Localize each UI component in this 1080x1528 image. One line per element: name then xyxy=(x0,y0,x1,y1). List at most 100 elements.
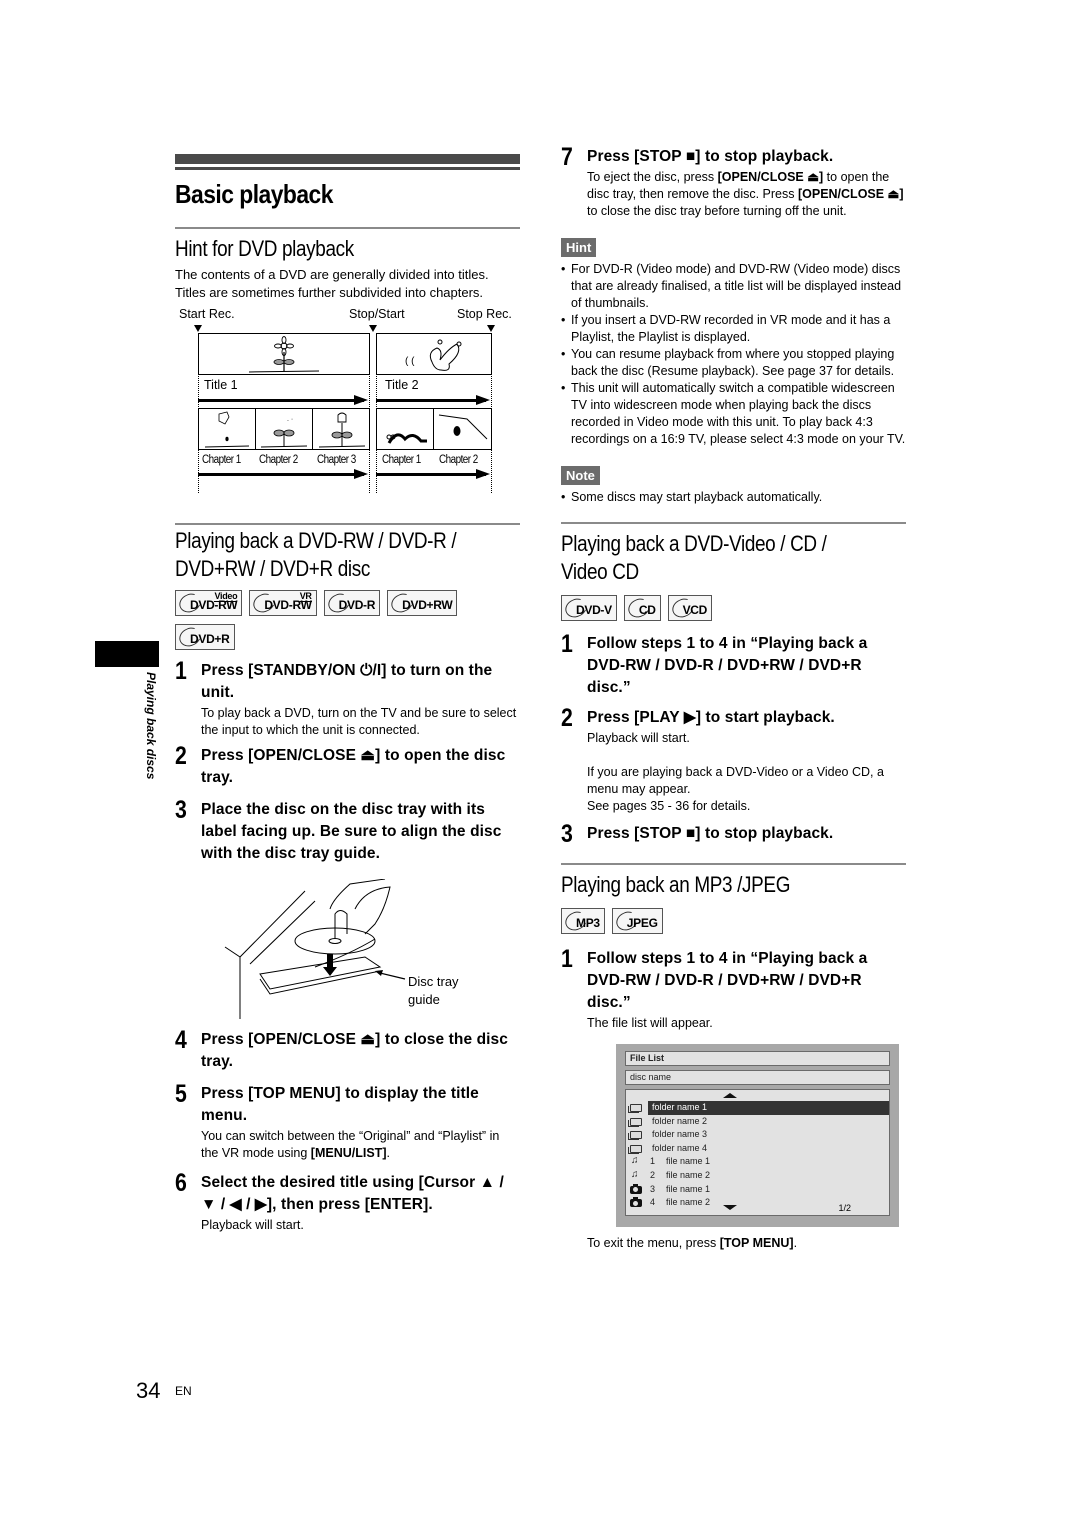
section-tab-marker xyxy=(95,641,159,667)
hint-box: Hint For DVD-R (Video mode) and DVD-RW (… xyxy=(561,238,906,448)
t1-chapter-3: Chapter 3 xyxy=(317,454,356,466)
title2-chapter-thumbnails xyxy=(376,408,492,450)
mp3-section-title: Playing back an MP3 /JPEG xyxy=(561,872,791,897)
section-divider xyxy=(561,522,906,524)
marker-start-rec: Start Rec. xyxy=(179,307,235,321)
music-note-icon: ♫ xyxy=(631,1155,639,1167)
svg-text:. ·: . · xyxy=(287,416,293,423)
disc-icon-dvd-plus-rw: DVD+RW xyxy=(387,590,458,616)
hint-item: For DVD-R (Video mode) and DVD-RW (Video… xyxy=(561,261,906,312)
hint-section-title: Hint for DVD playback xyxy=(175,236,354,261)
t1-chapter-2: Chapter 2 xyxy=(259,454,298,466)
file-list-row[interactable]: folder name 3 xyxy=(626,1128,889,1142)
file-list-row[interactable]: ♫ 1 file name 1 xyxy=(626,1155,889,1169)
hint-item: This unit will automatically switch a co… xyxy=(561,380,906,448)
camera-icon xyxy=(630,1197,642,1208)
title-chapter-diagram: Start Rec. Stop/Start Stop Rec. ((Titl… xyxy=(175,307,520,493)
dvdrw-step-5: 5 Press [TOP MENU] to display the title … xyxy=(175,1080,500,1160)
section-divider xyxy=(175,523,520,525)
dvdrw-step-4: 4 Press [OPEN/CLOSE ⏏] to close the disc… xyxy=(175,1026,508,1070)
dvdvideo-section-title-line1: Playing back a DVD-Video / CD / xyxy=(561,531,827,556)
left-column: Basic playback Hint for DVD playback The… xyxy=(175,150,520,1234)
chapter-arrow xyxy=(376,469,490,479)
camera-icon xyxy=(630,1183,642,1194)
dvdvideo-section-title-line2: Video CD xyxy=(561,559,639,584)
title-bars xyxy=(175,150,520,172)
flower-icon xyxy=(248,336,320,373)
title2-thumbnail: ( ( xyxy=(376,333,492,375)
t2-chapter-2: Chapter 2 xyxy=(439,454,478,466)
marker-stop-start: Stop/Start xyxy=(349,307,405,321)
dvdrw-section-title-line2: DVD+RW / DVD+R disc xyxy=(175,556,370,581)
chapter-arrow xyxy=(198,469,368,479)
mp3-disc-icons: MP3 JPEG xyxy=(561,908,906,934)
scroll-up-icon[interactable] xyxy=(723,1093,737,1098)
folder-icon xyxy=(628,1131,642,1141)
disc-icon-dvd-r: DVD-R xyxy=(323,590,381,616)
disc-icon-dvd-plus-r: DVD+R xyxy=(175,624,235,650)
disc-icon-cd: CD xyxy=(623,595,661,621)
page-title: Basic playback xyxy=(175,179,333,209)
disc-name-bar: disc name xyxy=(625,1070,890,1085)
title2-label: Title 2 xyxy=(385,378,419,392)
svg-text:( (: ( ( xyxy=(405,356,415,367)
dvdrw-step-7: 7 Press [STOP ■] to stop playback. To ej… xyxy=(561,143,904,218)
file-list-row[interactable]: 3 file name 1 xyxy=(626,1183,889,1197)
disc-tray-illustration: Disc tray guide xyxy=(175,879,520,1019)
page-indicator: 1/2 xyxy=(838,1203,851,1213)
file-index: 4 xyxy=(650,1197,656,1208)
right-column: 7 Press [STOP ■] to stop playback. To ej… xyxy=(561,140,906,1252)
dvdrw-step-6: 6 Select the desired title using [Cursor… xyxy=(175,1169,504,1232)
dvdrw-disc-icons: Video DVD-RW VR DVD-RW DVD-R DVD+RW DVD+R xyxy=(175,590,520,650)
folder-name: folder name 4 xyxy=(652,1142,708,1153)
file-list-rows: folder name 1 folder name 2 folder name 3 f… xyxy=(626,1101,889,1210)
dvdvideo-step-2: 2 Press [PLAY ▶] to start playback. Play… xyxy=(561,704,884,813)
hint-intro: The contents of a DVD are generally divi… xyxy=(175,267,489,300)
note-list: Some discs may start playback automatica… xyxy=(561,489,906,506)
file-name: file name 1 xyxy=(666,1156,711,1167)
title1-thumbnail xyxy=(198,333,370,375)
page-language: EN xyxy=(175,1384,192,1398)
marker-triangle xyxy=(487,325,495,332)
hint-badge: Hint xyxy=(561,238,597,257)
disc-icon-dvd-rw-video: Video DVD-RW xyxy=(175,590,243,616)
marker-triangle xyxy=(369,325,377,332)
exit-menu-text: To exit the menu, press [TOP MENU]. xyxy=(587,1236,798,1250)
file-list-row[interactable]: folder name 4 xyxy=(626,1142,889,1156)
dvdvideo-step-1: 1 Follow steps 1 to 4 in “Playing back a… xyxy=(561,630,868,696)
file-list-row[interactable]: ♫ 2 file name 2 xyxy=(626,1169,889,1183)
file-list-row[interactable]: folder name 1 xyxy=(626,1101,889,1115)
mp3-step-1: 1 Follow steps 1 to 4 in “Playing back a… xyxy=(561,945,868,1030)
disc-tray-icon xyxy=(224,879,406,1019)
file-list-title: File List xyxy=(625,1051,890,1066)
dvdrw-step-2: 2 Press [OPEN/CLOSE ⏏] to open the disc … xyxy=(175,742,506,786)
folder-name: folder name 1 xyxy=(648,1101,889,1115)
folder-name: folder name 2 xyxy=(652,1115,708,1126)
note-box: Note Some discs may start playback autom… xyxy=(561,466,906,506)
folder-name: folder name 3 xyxy=(652,1129,708,1140)
hint-item: If you insert a DVD-RW recorded in VR mo… xyxy=(561,312,906,346)
section-divider xyxy=(561,863,906,865)
folder-icon xyxy=(628,1104,642,1113)
t2-chapter-1: Chapter 1 xyxy=(382,454,421,466)
disc-icon-mp3: MP3 xyxy=(561,908,605,934)
disc-icon-jpeg: JPEG xyxy=(611,908,663,934)
dvdrw-step-3: 3 Place the disc on the disc tray with i… xyxy=(175,796,502,862)
marker-triangle xyxy=(194,325,202,332)
title1-arrow xyxy=(198,395,368,405)
file-index: 3 xyxy=(650,1183,656,1194)
file-name: file name 2 xyxy=(666,1169,711,1180)
dvdrw-step-1: 1 Press [STANDBY/ON ⏻/I] to turn on the … xyxy=(175,657,517,737)
butterfly-icon: ( ( xyxy=(405,339,462,371)
scroll-down-icon[interactable] xyxy=(723,1205,737,1210)
file-list-row[interactable]: folder name 2 xyxy=(626,1115,889,1129)
folder-icon xyxy=(628,1144,642,1154)
dvdvideo-step-3: 3 Press [STOP ■] to stop playback. xyxy=(561,820,834,848)
title1-label: Title 1 xyxy=(204,378,238,392)
note-item: Some discs may start playback automatica… xyxy=(561,489,906,506)
disc-icon-dvd-rw-vr: VR DVD-RW xyxy=(249,590,317,616)
sprout-icons: . · xyxy=(204,411,366,448)
note-badge: Note xyxy=(561,466,600,485)
caterpillar-icons xyxy=(386,414,488,444)
page-number: 34 xyxy=(136,1378,161,1403)
